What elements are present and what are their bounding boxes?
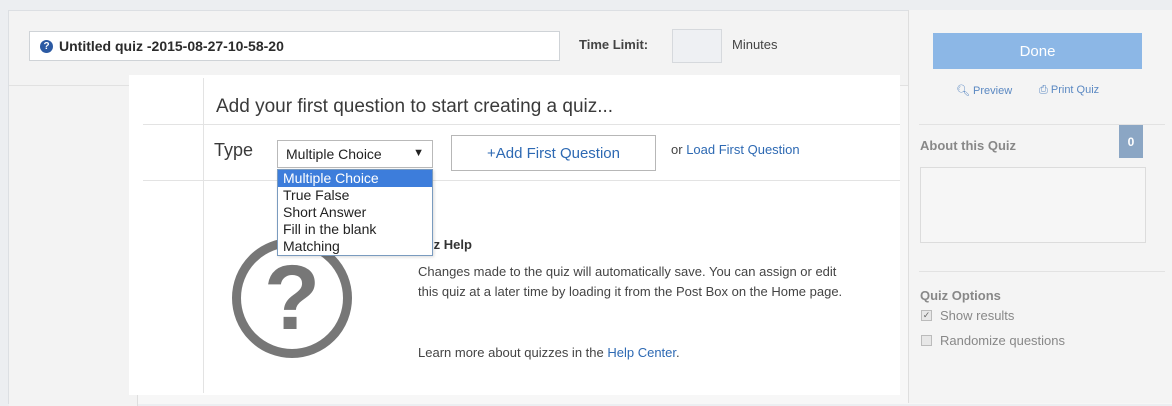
divider xyxy=(143,124,900,125)
printer-icon: ⎙ xyxy=(1039,84,1048,96)
done-button[interactable]: Done xyxy=(933,33,1142,69)
divider xyxy=(143,180,900,181)
dropdown-option-multiple-choice[interactable]: Multiple Choice xyxy=(278,170,432,187)
type-label: Type xyxy=(214,140,254,160)
dropdown-option-short-answer[interactable]: Short Answer xyxy=(278,204,432,221)
question-type-dropdown: Multiple Choice True False Short Answer … xyxy=(277,169,433,256)
time-limit-input[interactable] xyxy=(672,29,722,63)
load-question-row: or Load First Question xyxy=(671,142,800,157)
divider xyxy=(919,271,1165,272)
dropdown-option-matching[interactable]: Matching xyxy=(278,238,432,255)
or-text: or xyxy=(671,142,683,157)
randomize-label: Randomize questions xyxy=(940,333,1066,348)
options-title: Quiz Options xyxy=(920,288,1001,303)
dropdown-arrow-icon: ▼ xyxy=(413,147,424,159)
question-count-badge: 0 xyxy=(1119,125,1143,158)
time-limit-units: Minutes xyxy=(732,37,778,52)
question-circle-icon: ? xyxy=(40,39,53,53)
show-results-option[interactable]: ✓ Show results xyxy=(921,308,1014,323)
show-results-label: Show results xyxy=(940,308,1015,323)
magnifier-icon: 🔍︎ xyxy=(956,85,970,97)
quiz-title: Untitled quiz -2015-08-27-10-58-20 xyxy=(59,38,284,54)
question-mark-icon: ? xyxy=(232,238,352,358)
help-more: Learn more about quizzes in the Help Cen… xyxy=(418,345,680,360)
quiz-sidebar: Done 🔍︎ Preview ⎙ Print Quiz About this … xyxy=(908,10,1172,403)
preview-link[interactable]: 🔍︎ Preview xyxy=(956,84,1012,97)
time-limit-label: Time Limit: xyxy=(579,37,649,52)
about-quiz-box[interactable] xyxy=(920,167,1146,243)
question-type-value: Multiple Choice xyxy=(286,146,382,162)
show-results-checkbox[interactable]: ✓ xyxy=(921,310,932,321)
help-more-suffix: . xyxy=(676,345,680,360)
left-gutter xyxy=(9,86,138,406)
page-heading: Add your first question to start creatin… xyxy=(216,96,614,117)
quiz-title-field[interactable]: ? Untitled quiz -2015-08-27-10-58-20 xyxy=(29,31,560,61)
print-label: Print Quiz xyxy=(1050,84,1100,96)
print-quiz-link[interactable]: ⎙ Print Quiz xyxy=(1039,84,1099,97)
dropdown-option-fill-in-blank[interactable]: Fill in the blank xyxy=(278,221,432,238)
help-body: Changes made to the quiz will automatica… xyxy=(418,264,843,299)
add-first-question-button[interactable]: +Add First Question xyxy=(451,135,656,171)
randomize-option[interactable]: Randomize questions xyxy=(921,333,1065,348)
dropdown-option-true-false[interactable]: True False xyxy=(278,187,432,204)
randomize-checkbox[interactable] xyxy=(921,335,932,346)
divider xyxy=(203,78,204,393)
preview-label: Preview xyxy=(973,85,1013,97)
question-type-select[interactable]: Multiple Choice ▼ xyxy=(277,140,433,168)
help-center-link[interactable]: Help Center xyxy=(607,345,676,360)
load-first-question-link[interactable]: Load First Question xyxy=(686,142,799,157)
help-more-text: Learn more about quizzes in the xyxy=(418,345,604,360)
about-title: About this Quiz xyxy=(920,138,1017,153)
